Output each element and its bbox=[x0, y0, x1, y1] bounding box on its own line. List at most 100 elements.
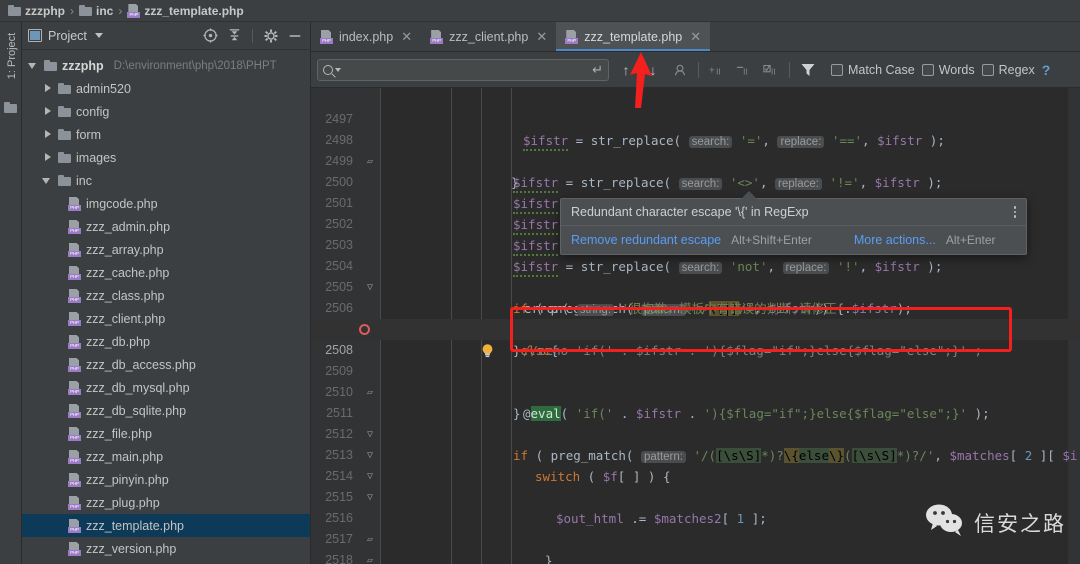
php-file-icon bbox=[68, 220, 81, 234]
tree-item-zzz-main-php[interactable]: zzz_main.php bbox=[22, 445, 310, 468]
tree-item-imgcode-php[interactable]: imgcode.php bbox=[22, 192, 310, 215]
tree-item-zzz-db-sqlite-php[interactable]: zzz_db_sqlite.php bbox=[22, 399, 310, 422]
chevron-down-icon[interactable] bbox=[335, 67, 341, 72]
code-line[interactable]: 2513 ▽ bbox=[311, 424, 1080, 482]
code-line[interactable]: 2510 bbox=[311, 361, 1080, 399]
tree-item-zzz-pinyin-php[interactable]: zzz_pinyin.php bbox=[22, 468, 310, 491]
php-file-icon bbox=[68, 404, 81, 418]
breadcrumb-item-file[interactable]: zzz_template.php bbox=[127, 4, 244, 18]
hide-panel-icon[interactable] bbox=[286, 27, 304, 45]
svg-text:II: II bbox=[771, 67, 775, 76]
tree-item-label: zzz_template.php bbox=[86, 518, 184, 533]
more-options-icon[interactable] bbox=[1013, 206, 1016, 218]
intention-popup[interactable]: Redundant character escape '\{' in RegEx… bbox=[560, 191, 1027, 255]
tree-item-zzz-visits-php[interactable]: zzz_visits.php bbox=[22, 560, 310, 564]
match-case-checkbox[interactable] bbox=[831, 63, 843, 76]
search-input[interactable]: ↵ bbox=[317, 58, 609, 81]
breadcrumb-item-inc[interactable]: inc bbox=[79, 4, 113, 18]
words-checkbox[interactable] bbox=[921, 63, 934, 76]
chevron-collapsed-icon[interactable] bbox=[42, 106, 53, 117]
help-icon[interactable]: ? bbox=[1042, 62, 1051, 78]
enter-icon[interactable]: ↵ bbox=[592, 62, 603, 78]
tree-item-inc[interactable]: inc bbox=[22, 169, 310, 192]
close-icon[interactable]: ✕ bbox=[690, 29, 701, 45]
code-line-current[interactable]: 2508 @eval( 'if(' . $ifstr . '){$flag="i… bbox=[311, 319, 1080, 421]
code-line[interactable]: 2505 error( string: '很抱歉，模板中有错误的判断,请修正'.… bbox=[311, 256, 1080, 316]
code-line[interactable]: 2509 ▱ } bbox=[311, 340, 1080, 421]
regex-option[interactable]: Regex bbox=[981, 63, 1035, 77]
code-line[interactable]: 2512 ▽ switch ( $f[ ] ) { bbox=[311, 403, 1080, 484]
code-line[interactable]: 2507 //echo 'if(' . $ifstr . '){$flag="i… bbox=[311, 298, 1080, 358]
tree-item-zzz-plug-php[interactable]: zzz_plug.php bbox=[22, 491, 310, 514]
code-line[interactable]: 2506 ▱ }else{ bbox=[311, 277, 1080, 358]
more-actions-link[interactable]: More actions... bbox=[854, 233, 936, 247]
chevron-collapsed-icon[interactable] bbox=[42, 152, 53, 163]
tree-item-zzz-file-php[interactable]: zzz_file.php bbox=[22, 422, 310, 445]
php-file-icon bbox=[68, 266, 81, 280]
tree-item-zzz-array-php[interactable]: zzz_array.php bbox=[22, 238, 310, 261]
code-line[interactable]: 2501 $ifstr = str_replace( search: 'and'… bbox=[311, 172, 1080, 235]
tree-item-zzz-cache-php[interactable]: zzz_cache.php bbox=[22, 261, 310, 284]
tree-item-zzz-template-php[interactable]: zzz_template.php bbox=[22, 514, 310, 537]
collapse-all-icon[interactable] bbox=[225, 27, 243, 45]
remove-occurrence-icon[interactable]: II bbox=[734, 60, 754, 80]
tree-item-zzz-db-access-php[interactable]: zzz_db_access.php bbox=[22, 353, 310, 376]
code-line[interactable]: 2499 $ifstr = str_replace( search: '<>',… bbox=[311, 130, 1080, 193]
tree-item-zzz-version-php[interactable]: zzz_version.php bbox=[22, 537, 310, 560]
code-line[interactable]: 2497 $ifstr = str_replace( search: '=', … bbox=[311, 88, 1080, 151]
project-file-tree[interactable]: zzzphp D:\environment\php\2018\PHPT admi… bbox=[22, 50, 310, 564]
chevron-collapsed-icon[interactable] bbox=[42, 129, 53, 140]
close-icon[interactable]: ✕ bbox=[401, 29, 412, 45]
close-icon[interactable]: ✕ bbox=[536, 29, 547, 45]
settings-gear-icon[interactable] bbox=[262, 27, 280, 45]
code-line[interactable]: 2514 ▽ bbox=[311, 445, 1080, 503]
tab-zzz-client-php[interactable]: zzz_client.php ✕ bbox=[421, 22, 556, 51]
tree-item-label: zzz_class.php bbox=[86, 288, 165, 303]
breadcrumb-item-zzzphp[interactable]: zzzphp bbox=[8, 4, 65, 18]
tool-window-tab-project[interactable]: 1: Project bbox=[6, 28, 18, 84]
add-occurrence-icon[interactable]: + II bbox=[707, 60, 727, 80]
tab-zzz-template-php[interactable]: zzz_template.php ✕ bbox=[556, 22, 711, 51]
tree-item-admin520[interactable]: admin520 bbox=[22, 77, 310, 100]
tree-item-zzz-db-php[interactable]: zzz_db.php bbox=[22, 330, 310, 353]
project-tool-window: Project zzzphp D:\environment\php\2018\P… bbox=[22, 22, 311, 564]
code-line[interactable]: 2515 $out_html .= $matches2[ 1 ]; bbox=[311, 466, 1080, 526]
tree-item-label: zzz_plug.php bbox=[86, 495, 160, 510]
chevron-expanded-icon[interactable] bbox=[28, 60, 39, 71]
breakpoint-icon[interactable] bbox=[359, 324, 370, 335]
tree-item-zzz-client-php[interactable]: zzz_client.php bbox=[22, 307, 310, 330]
project-panel-header: Project bbox=[22, 22, 310, 50]
select-occurrences-icon[interactable]: II bbox=[761, 60, 781, 80]
tree-item-zzzphp[interactable]: zzzphp D:\environment\php\2018\PHPT bbox=[22, 54, 310, 77]
code-line[interactable]: 2498 ▱ } bbox=[311, 109, 1080, 190]
tab-index-php[interactable]: index.php ✕ bbox=[311, 22, 421, 51]
tree-item-images[interactable]: images bbox=[22, 146, 310, 169]
code-line[interactable]: 2511 ▽ if ( preg_match( pattern: '/([\s\… bbox=[311, 382, 1080, 463]
locate-icon[interactable] bbox=[201, 27, 219, 45]
project-view-icon bbox=[28, 29, 42, 42]
tree-item-zzz-db-mysql-php[interactable]: zzz_db_mysql.php bbox=[22, 376, 310, 399]
chevron-collapsed-icon[interactable] bbox=[42, 83, 53, 94]
tree-item-form[interactable]: form bbox=[22, 123, 310, 146]
words-option[interactable]: Words bbox=[921, 63, 975, 77]
code-editor[interactable]: 2497 $ifstr = str_replace( search: '=', … bbox=[311, 88, 1080, 564]
tree-item-label: zzz_pinyin.php bbox=[86, 472, 169, 487]
match-case-option[interactable]: Match Case bbox=[831, 63, 915, 77]
search-icon bbox=[323, 64, 333, 75]
filter-icon[interactable] bbox=[798, 60, 818, 80]
code-line[interactable]: 2500 $ifstr = str_replace( search: 'or',… bbox=[311, 151, 1080, 214]
tree-item-zzz-class-php[interactable]: zzz_class.php bbox=[22, 284, 310, 307]
regex-checkbox[interactable] bbox=[981, 63, 994, 76]
tree-item-config[interactable]: config bbox=[22, 100, 310, 123]
php-file-icon bbox=[320, 30, 333, 44]
remove-redundant-escape-action[interactable]: Remove redundant escape bbox=[571, 233, 721, 247]
tree-item-label: zzz_version.php bbox=[86, 541, 177, 556]
code-line[interactable]: 2519 ▽ if ( isset( $matches2[ 2 ] ) ) { bbox=[311, 550, 1080, 564]
chevron-down-icon[interactable] bbox=[94, 33, 103, 38]
tree-item-zzz-admin-php[interactable]: zzz_admin.php bbox=[22, 215, 310, 238]
folder-icon bbox=[4, 102, 17, 113]
tree-item-label: inc bbox=[76, 173, 92, 188]
chevron-expanded-icon[interactable] bbox=[42, 175, 53, 186]
svg-text:II: II bbox=[716, 67, 720, 76]
code-lines[interactable]: 2497 $ifstr = str_replace( search: '=', … bbox=[311, 88, 1080, 564]
